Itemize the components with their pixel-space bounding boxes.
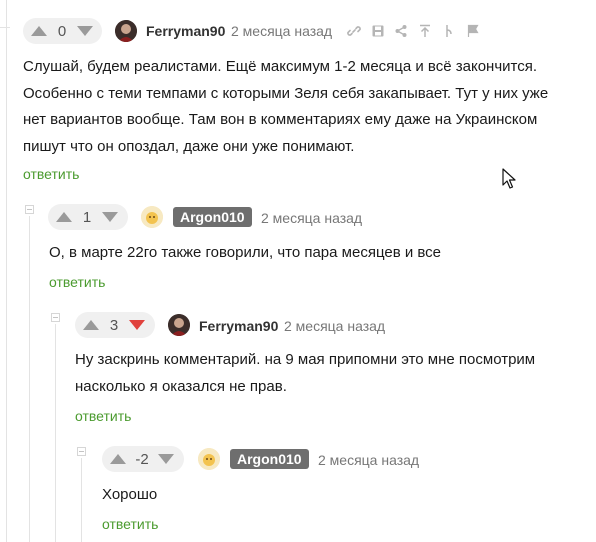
collapse-toggle[interactable] bbox=[25, 205, 34, 214]
downvote-icon[interactable] bbox=[77, 26, 93, 36]
thread-line-level2 bbox=[55, 324, 56, 542]
share-icon[interactable] bbox=[394, 24, 408, 38]
comment-date[interactable]: 2 месяца назад bbox=[318, 452, 419, 468]
comment-text: Хорошо bbox=[102, 486, 158, 503]
reply-link[interactable]: ответить bbox=[49, 274, 105, 290]
vote-widget: -2 bbox=[102, 446, 184, 472]
thread-branch-root bbox=[0, 27, 10, 28]
avatar[interactable] bbox=[141, 206, 163, 228]
save-icon[interactable] bbox=[371, 24, 385, 38]
upvote-icon[interactable] bbox=[56, 212, 72, 222]
vote-score: 1 bbox=[82, 208, 92, 226]
upvote-icon[interactable] bbox=[31, 26, 47, 36]
comment-author[interactable]: Argon010 bbox=[173, 207, 252, 227]
comment-text: Слушай, будем реалистами. Ещё максимум 1… bbox=[23, 58, 549, 155]
comment-date[interactable]: 2 месяца назад bbox=[284, 318, 385, 334]
mouse-cursor-icon bbox=[502, 168, 516, 189]
collapse-toggle[interactable] bbox=[51, 313, 60, 322]
comment-text: О, в марте 22го также говорили, что пара… bbox=[49, 244, 442, 261]
thread-line-root bbox=[6, 0, 7, 542]
vote-widget: 1 bbox=[48, 204, 128, 230]
vote-score: 3 bbox=[109, 316, 119, 334]
comment-text: Ну заскринь комментарий. на 9 мая припом… bbox=[75, 351, 536, 395]
downvote-icon[interactable] bbox=[129, 320, 145, 330]
reply-link[interactable]: ответить bbox=[23, 166, 79, 182]
comment-date[interactable]: 2 месяца назад bbox=[261, 210, 362, 226]
reply-link[interactable]: ответить bbox=[75, 408, 131, 424]
comment-author[interactable]: Ferryman90 bbox=[146, 23, 225, 39]
vote-widget: 0 bbox=[23, 18, 102, 44]
comment-author[interactable]: Ferryman90 bbox=[199, 318, 278, 334]
collapse-toggle[interactable] bbox=[77, 447, 86, 456]
vote-score: -2 bbox=[135, 450, 149, 468]
comment-date[interactable]: 2 месяца назад bbox=[231, 23, 332, 39]
branch-icon[interactable] bbox=[442, 24, 456, 38]
go-to-parent-icon[interactable] bbox=[418, 24, 432, 38]
avatar[interactable] bbox=[115, 20, 137, 42]
downvote-icon[interactable] bbox=[102, 212, 118, 222]
vote-score: 0 bbox=[57, 22, 67, 40]
thread-line-level3 bbox=[81, 458, 82, 542]
thread-line-level1 bbox=[29, 216, 30, 542]
upvote-icon[interactable] bbox=[110, 454, 126, 464]
report-flag-icon[interactable] bbox=[466, 24, 480, 38]
reply-link[interactable]: ответить bbox=[102, 516, 158, 532]
downvote-icon[interactable] bbox=[158, 454, 174, 464]
avatar[interactable] bbox=[168, 314, 190, 336]
avatar[interactable] bbox=[198, 448, 220, 470]
comment-author[interactable]: Argon010 bbox=[230, 449, 309, 469]
link-icon[interactable] bbox=[347, 24, 361, 38]
upvote-icon[interactable] bbox=[83, 320, 99, 330]
vote-widget: 3 bbox=[75, 312, 155, 338]
